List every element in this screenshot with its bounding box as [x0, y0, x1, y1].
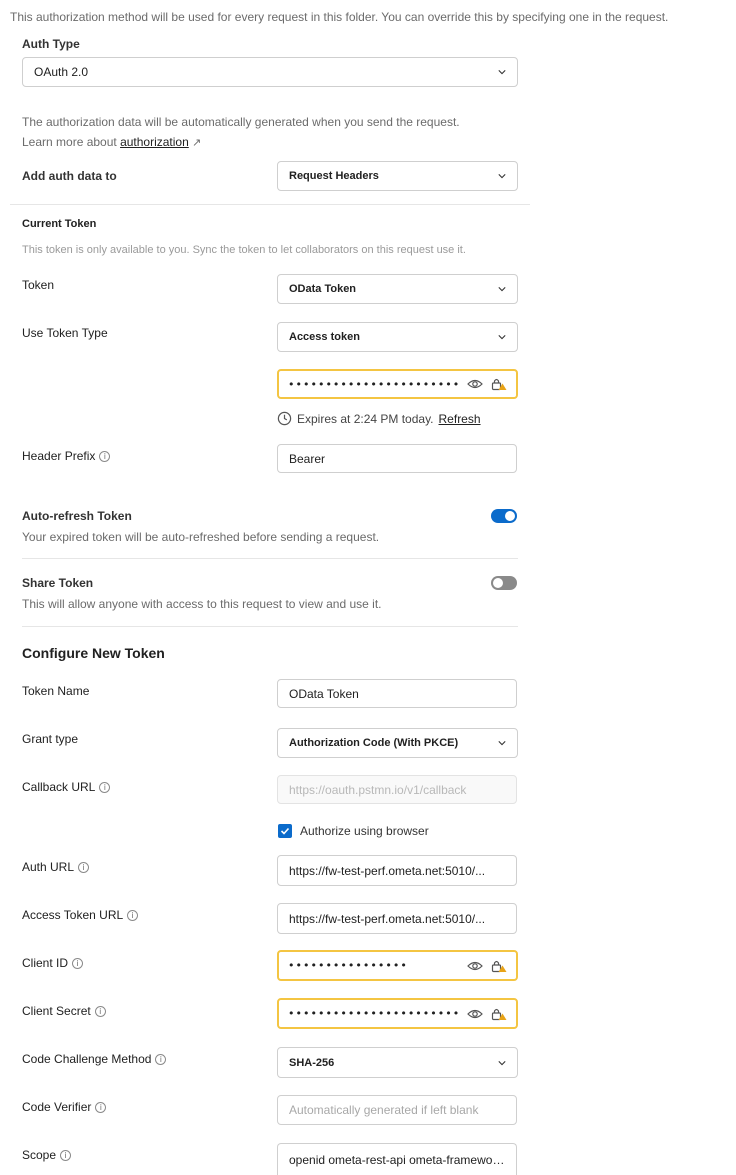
info-icon[interactable]: i: [78, 861, 90, 873]
access-token-field[interactable]: ••••••••••••••••••••••••••: [277, 369, 518, 399]
expires-row: Expires at 2:24 PM today. Refresh: [277, 411, 481, 426]
grant-type-value: Authorization Code (With PKCE): [289, 737, 459, 749]
add-auth-data-label: Add auth data to: [22, 169, 117, 183]
access-token-url-label: Access Token URL i: [22, 908, 139, 922]
code-challenge-value: SHA-256: [289, 1056, 335, 1069]
auto-refresh-toggle[interactable]: [491, 509, 517, 523]
client-secret-input[interactable]: ••••••••••••••••••••••••••: [277, 998, 518, 1029]
client-id-label: Client ID i: [22, 956, 84, 970]
info-icon[interactable]: i: [127, 909, 139, 921]
code-challenge-label: Code Challenge Method i: [22, 1052, 167, 1066]
lock-warning-icon: [491, 1008, 507, 1020]
code-challenge-select[interactable]: SHA-256: [277, 1047, 518, 1078]
authorize-browser-label: Authorize using browser: [300, 824, 429, 838]
auth-url-input[interactable]: https://fw-test-perf.ometa.net:5010/...: [277, 855, 517, 886]
share-token-toggle[interactable]: [491, 576, 517, 590]
use-token-type-value: Access token: [289, 331, 360, 343]
info-icon[interactable]: i: [94, 1005, 106, 1017]
scope-value: openid ometa-rest-api ometa-framework...: [289, 1152, 505, 1167]
access-token-url-value: https://fw-test-perf.ometa.net:5010/...: [289, 911, 486, 926]
add-auth-data-value: Request Headers: [289, 170, 379, 182]
client-id-input[interactable]: ••••••••••••••••: [277, 950, 518, 981]
auth-type-select[interactable]: OAuth 2.0: [22, 57, 518, 87]
token-name-input[interactable]: OData Token: [277, 679, 517, 708]
clock-icon: [277, 411, 292, 426]
current-token-note: This token is only available to you. Syn…: [22, 244, 466, 256]
auth-type-value: OAuth 2.0: [34, 65, 89, 79]
authorization-link[interactable]: authorization: [120, 135, 189, 149]
auth-type-label: Auth Type: [22, 37, 80, 51]
chevron-down-icon: [498, 287, 506, 292]
info-icon[interactable]: i: [99, 450, 111, 462]
header-prefix-value: Bearer: [289, 451, 326, 466]
scope-label: Scope i: [22, 1148, 72, 1162]
section-divider: [22, 626, 518, 627]
add-auth-data-select[interactable]: Request Headers: [277, 161, 518, 191]
chevron-down-icon: [498, 335, 506, 340]
grant-type-label: Grant type: [22, 732, 79, 746]
client-secret-label: Client Secret i: [22, 1004, 106, 1018]
token-select-value: OData Token: [289, 283, 357, 295]
header-prefix-label: Header Prefix i: [22, 449, 111, 463]
auto-refresh-desc: Your expired token will be auto-refreshe…: [22, 530, 380, 544]
chevron-down-icon: [498, 1060, 506, 1065]
current-token-heading: Current Token: [22, 218, 97, 230]
auth-url-value: https://fw-test-perf.ometa.net:5010/...: [289, 863, 486, 878]
eye-icon[interactable]: [467, 960, 483, 972]
expires-text: Expires at 2:24 PM today.: [297, 411, 434, 426]
token-select[interactable]: OData Token: [277, 274, 518, 304]
eye-icon[interactable]: [467, 1008, 483, 1020]
info-icon[interactable]: i: [99, 781, 111, 793]
authorize-browser-checkbox[interactable]: [278, 824, 292, 838]
learn-more-prefix: Learn more about: [22, 135, 121, 149]
header-prefix-input[interactable]: Bearer: [277, 444, 517, 473]
chevron-down-icon: [498, 741, 506, 746]
external-link-icon: ↗: [192, 137, 202, 149]
access-token-masked: ••••••••••••••••••••••••••: [288, 377, 461, 391]
toggle-knob: [493, 578, 503, 588]
client-secret-masked: ••••••••••••••••••••••••••: [288, 1007, 461, 1020]
access-token-url-input[interactable]: https://fw-test-perf.ometa.net:5010/...: [277, 903, 517, 934]
info-icon[interactable]: i: [95, 1101, 107, 1113]
grant-type-select[interactable]: Authorization Code (With PKCE): [277, 728, 518, 758]
share-token-desc: This will allow anyone with access to th…: [22, 597, 382, 611]
toggle-knob: [505, 511, 515, 521]
share-token-title: Share Token: [22, 576, 94, 590]
scope-input[interactable]: openid ometa-rest-api ometa-framework...: [277, 1143, 517, 1175]
section-divider: [10, 204, 530, 205]
auto-refresh-title: Auto-refresh Token: [22, 509, 132, 523]
info-icon[interactable]: i: [72, 957, 84, 969]
section-divider: [22, 558, 518, 559]
token-name-label: Token Name: [22, 684, 90, 698]
code-verifier-label: Code Verifier i: [22, 1100, 107, 1114]
learn-more-text: Learn more about authorization ↗: [22, 135, 201, 149]
callback-url-input: https://oauth.pstmn.io/v1/callback: [277, 775, 517, 804]
info-icon[interactable]: i: [155, 1053, 167, 1065]
auto-generated-note: The authorization data will be automatic…: [22, 115, 460, 129]
token-name-value: OData Token: [289, 686, 359, 701]
chevron-down-icon: [498, 70, 506, 75]
auth-url-label: Auth URL i: [22, 860, 90, 874]
lock-warning-icon: [491, 378, 507, 391]
chevron-down-icon: [498, 174, 506, 179]
use-token-type-select[interactable]: Access token: [277, 322, 518, 352]
callback-url-placeholder: https://oauth.pstmn.io/v1/callback: [289, 782, 467, 797]
checkmark-icon: [280, 827, 290, 835]
configure-heading: Configure New Token: [22, 645, 165, 661]
folder-auth-note: This authorization method will be used f…: [10, 10, 669, 24]
token-label: Token: [22, 278, 55, 292]
lock-warning-icon: [491, 960, 507, 972]
eye-icon[interactable]: [467, 378, 483, 390]
use-token-type-label: Use Token Type: [22, 326, 108, 340]
callback-url-label: Callback URL i: [22, 780, 111, 794]
info-icon[interactable]: i: [60, 1149, 72, 1161]
refresh-link[interactable]: Refresh: [439, 412, 481, 426]
code-verifier-input[interactable]: Automatically generated if left blank: [277, 1095, 517, 1125]
client-id-masked: ••••••••••••••••: [288, 959, 408, 972]
code-verifier-placeholder: Automatically generated if left blank: [289, 1103, 479, 1117]
